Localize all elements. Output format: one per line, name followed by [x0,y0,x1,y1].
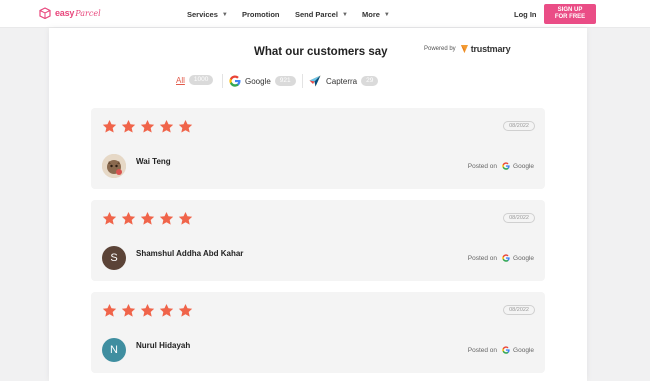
filter-capterra-count: 29 [361,76,379,86]
nav-promotion-label: Promotion [242,10,280,19]
star-rating [102,211,197,226]
filter-all-label: All [176,75,185,85]
powered-by[interactable]: Powered by trustmary [424,44,511,54]
reviews-heading: What our customers say [254,46,388,58]
star-icon [159,303,174,317]
nav-more-label: More [362,10,380,19]
avatar: S [102,246,126,270]
posted-on-label: Posted on [467,162,498,170]
star-icon [178,119,193,133]
star-icon [102,211,117,225]
google-icon [502,346,510,354]
logo-text: easy [55,8,75,18]
star-rating [102,303,197,318]
google-icon [502,162,510,170]
posted-on-label: Posted on [467,346,498,354]
filter-google-label: Google [245,76,271,86]
filter-all[interactable]: All 1000 [176,75,214,85]
signup-line1: SIGN UP [557,7,583,13]
star-icon [178,211,193,225]
parcel-box-icon [39,7,51,19]
posted-on: Posted on Google [468,346,534,354]
review-source: Google [513,254,534,262]
star-icon [140,211,155,225]
review-date: 08/2022 [503,305,535,315]
trustmary-brand: trustmary [470,44,511,54]
star-icon [159,119,174,133]
trustmary-logo-icon [460,45,468,53]
review-date: 08/2022 [503,213,535,223]
star-icon [140,119,155,133]
reviewer-name: Wai Teng [136,157,171,166]
filter-google[interactable]: Google 921 [229,75,296,87]
nav-send-parcel-label: Send Parcel [295,10,338,19]
reviewer-name: Shamshul Addha Abd Kahar [136,249,244,258]
filter-divider [222,74,223,88]
google-icon [229,75,241,87]
star-icon [102,303,117,317]
google-icon [502,254,510,262]
star-rating [102,119,197,134]
filter-capterra-label: Capterra [326,76,358,86]
chevron-down-icon: ▼ [221,11,228,18]
filter-capterra[interactable]: Capterra 29 [309,75,379,87]
easyparcel-logo[interactable]: easy Parcel [39,7,101,19]
avatar: N [102,338,126,362]
chevron-down-icon: ▼ [341,11,348,18]
filter-google-count: 921 [274,76,296,86]
filter-all-count: 1000 [188,75,214,85]
avatar [102,154,126,178]
star-icon [178,303,193,317]
review-source: Google [513,162,534,170]
chevron-down-icon: ▼ [383,11,390,18]
powered-by-label: Powered by [424,46,456,52]
avatar-photo [102,154,126,178]
review-card: 08/2022 Wai Teng Posted on Google [91,108,545,189]
reviewer-name: Nurul Hidayah [136,341,191,350]
review-date: 08/2022 [503,121,535,131]
filter-divider [302,74,303,88]
signup-line2: FOR FREE [554,14,586,20]
star-icon [159,211,174,225]
star-icon [121,211,136,225]
star-icon [121,303,136,317]
top-navbar: easy Parcel Services ▼ Promotion Send Pa… [0,0,650,28]
capterra-icon [309,75,321,87]
nav-more[interactable]: More ▼ [362,10,390,19]
nav-send-parcel[interactable]: Send Parcel ▼ [295,10,348,19]
star-icon [121,119,136,133]
star-icon [102,119,117,133]
logo-script: Parcel [75,8,101,18]
star-icon [140,303,155,317]
posted-on: Posted on Google [468,254,534,262]
review-card: 08/2022 N Nurul Hidayah Posted on Google [91,292,545,373]
posted-on-label: Posted on [467,254,498,262]
nav-services-label: Services [187,10,218,19]
review-card: 08/2022 S Shamshul Addha Abd Kahar Poste… [91,200,545,281]
review-source: Google [513,346,534,354]
nav-promotion[interactable]: Promotion [242,10,280,19]
nav-services[interactable]: Services ▼ [187,10,228,19]
login-link[interactable]: Log In [514,10,537,19]
posted-on: Posted on Google [468,162,534,170]
signup-button[interactable]: SIGN UP FOR FREE [544,4,596,24]
